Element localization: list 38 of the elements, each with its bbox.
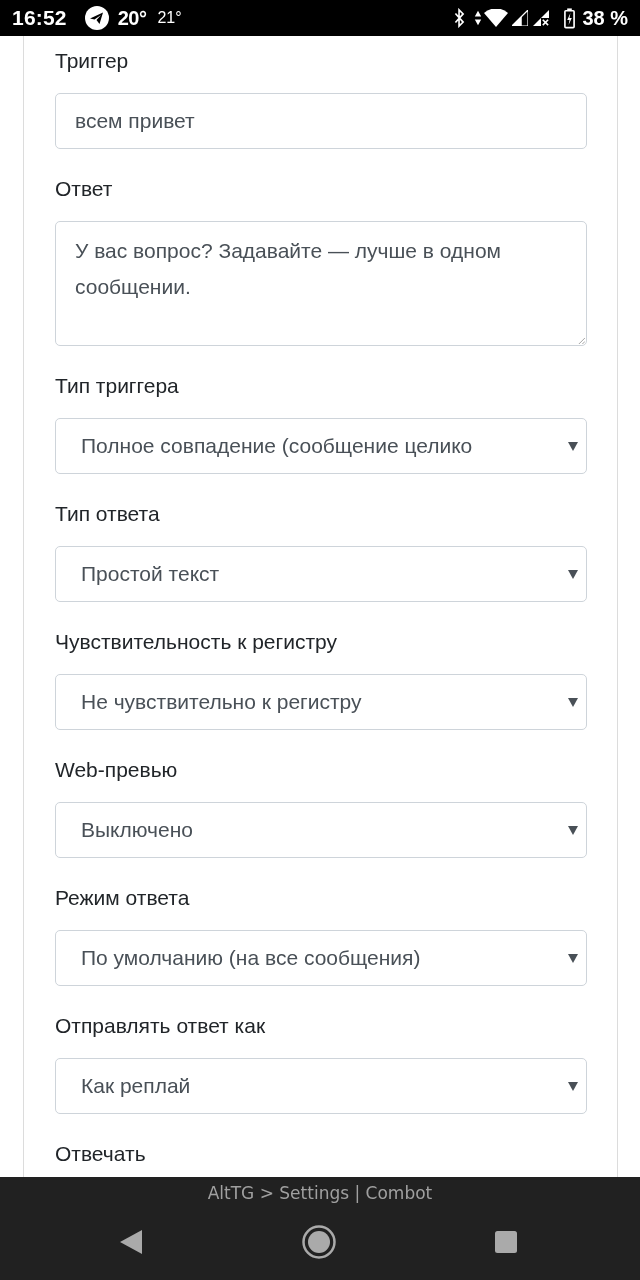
field-label: Отправлять ответ как	[55, 1013, 267, 1039]
field-label: Отвечать	[55, 1141, 147, 1167]
caret-icon	[568, 825, 578, 835]
wifi-icon	[484, 9, 509, 27]
no-signal-icon	[533, 10, 550, 26]
paper-plane-icon	[84, 6, 109, 30]
textarea-input[interactable]: У вас вопрос? Задавайте — лучше в одном сообщении.	[55, 221, 587, 346]
resize-grip-icon[interactable]	[578, 337, 585, 344]
field-label: Тип ответа	[55, 501, 161, 527]
select-dropdown[interactable]: Полное совпадение (сообщение целико	[55, 418, 587, 474]
field-label: Тип триггера	[55, 373, 180, 399]
clock-time: 16:52	[12, 6, 67, 30]
field-label: Web-превью	[55, 757, 179, 783]
select-dropdown[interactable]: Не чувствительно к регистру	[55, 674, 587, 730]
home-icon[interactable]	[301, 1225, 336, 1259]
bluetooth-icon	[454, 8, 466, 28]
field-label: Режим ответа	[55, 885, 191, 911]
text-input[interactable]: всем привет	[55, 93, 587, 149]
field-label: Чувствительность к регистру	[55, 629, 338, 655]
page-title: AltTG > Settings | Combot	[207, 1183, 433, 1203]
select-dropdown[interactable]: Выключено	[55, 802, 587, 858]
caret-icon	[568, 441, 578, 451]
caret-icon	[568, 569, 578, 579]
caret-icon	[568, 1081, 578, 1091]
temperature-text: 21°	[157, 9, 182, 27]
caret-icon	[568, 697, 578, 707]
field-label: Ответ	[55, 176, 114, 202]
temperature-text: 20°	[117, 6, 147, 30]
caret-icon	[568, 953, 578, 963]
signal-icon	[512, 10, 529, 26]
data-arrows-icon	[474, 9, 483, 27]
battery-charging-icon	[564, 7, 576, 29]
battery-percent: 38 %	[582, 6, 628, 30]
select-dropdown[interactable]: Как реплай	[55, 1058, 587, 1114]
select-dropdown[interactable]: Простой текст	[55, 546, 587, 602]
back-icon[interactable]	[120, 1230, 142, 1254]
field-label: Триггер	[55, 48, 130, 74]
select-dropdown[interactable]: По умолчанию (на все сообщения)	[55, 930, 587, 986]
